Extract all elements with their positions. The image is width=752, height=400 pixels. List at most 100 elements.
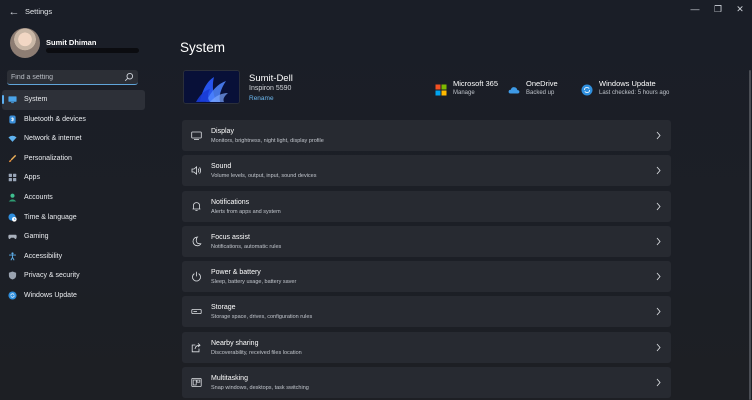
card-title: Display <box>211 128 234 135</box>
sound-card[interactable]: Sound Volume levels, output, input, soun… <box>182 155 671 187</box>
back-arrow-icon[interactable]: ← <box>7 5 21 19</box>
settings-list: Display Monitors, brightness, night ligh… <box>182 120 671 400</box>
rename-link[interactable]: Rename <box>249 95 274 102</box>
sidebar-item-label: System <box>24 96 48 103</box>
card-title: Notifications <box>211 198 250 206</box>
notifications-card[interactable]: Notifications Alerts from apps and syste… <box>182 190 671 222</box>
chevron-right-icon <box>656 343 661 352</box>
card-subtitle: Notifications, automatic rules <box>211 243 282 250</box>
card-subtitle: Discoverability, received files location <box>211 349 302 356</box>
apps-icon <box>8 174 17 182</box>
desktop-wallpaper-thumbnail <box>183 70 240 104</box>
chevron-right-icon <box>656 202 661 210</box>
sidebar-item-apps[interactable]: Apps <box>2 168 145 188</box>
card-title: Multitasking <box>211 375 248 383</box>
chevron-right-icon <box>656 237 661 246</box>
card-title: Storage <box>211 304 236 312</box>
gamepad-icon <box>8 234 17 240</box>
display-card[interactable]: Display Monitors, brightness, night ligh… <box>182 120 671 151</box>
bloom-wallpaper-icon <box>184 71 239 103</box>
share-icon <box>191 342 201 352</box>
service-title: OneDrive <box>526 79 558 88</box>
focus-assist-card[interactable]: Focus assist Notifications, automatic ru… <box>182 225 671 257</box>
wifi-icon <box>8 135 17 143</box>
chevron-right-icon <box>656 378 661 387</box>
close-button[interactable]: ✕ <box>731 3 749 15</box>
card-subtitle: Monitors, brightness, night light, displ… <box>211 138 324 144</box>
card-title: Sound <box>211 163 232 171</box>
service-title: Windows Update <box>599 79 656 88</box>
sidebar-item-label: Accounts <box>24 193 53 201</box>
page-title: System <box>180 40 226 55</box>
storage-card[interactable]: Storage Storage space, drives, configura… <box>182 296 671 328</box>
moon-icon <box>192 236 202 247</box>
multitasking-card[interactable]: Multitasking Snap windows, desktops, tas… <box>182 367 671 399</box>
sidebar: Sumit Dhiman System Bluetooth & devices <box>0 24 150 400</box>
sidebar-item-personalization[interactable]: Personalization <box>2 149 145 169</box>
main-scrollbar[interactable] <box>749 70 751 400</box>
search-input[interactable] <box>7 70 122 84</box>
sidebar-item-network-internet[interactable]: Network & internet <box>2 129 145 149</box>
power-battery-card[interactable]: Power & battery Sleep, battery usage, ba… <box>182 261 671 293</box>
chevron-right-icon <box>656 131 661 140</box>
chevron-right-icon <box>656 167 661 175</box>
bell-icon <box>192 201 201 211</box>
speaker-icon <box>191 166 201 176</box>
card-subtitle: Sleep, battery usage, battery saver <box>211 279 297 286</box>
sidebar-item-label: Apps <box>24 174 40 182</box>
sidebar-item-label: Accessibility <box>24 252 63 260</box>
sidebar-item-system[interactable]: System <box>2 90 145 110</box>
multitask-icon <box>191 378 202 388</box>
sidebar-item-label: Network & internet <box>24 135 82 143</box>
sidebar-item-label: Gaming <box>24 233 49 241</box>
sidebar-item-privacy-security[interactable]: Privacy & security <box>2 266 145 286</box>
maximize-button[interactable]: ❐ <box>709 3 727 15</box>
profile-name: Sumit Dhiman <box>46 38 97 47</box>
globe-clock-icon <box>8 213 17 222</box>
main-content: System Sumit-Dell Inspiron 5590 Rename M… <box>180 24 740 400</box>
microsoft-logo-icon <box>435 84 447 96</box>
sidebar-item-label: Personalization <box>24 154 72 162</box>
sidebar-item-bluetooth-devices[interactable]: Bluetooth & devices <box>2 110 145 130</box>
card-title: Nearby sharing <box>211 339 259 347</box>
storage-icon <box>191 309 202 315</box>
chevron-right-icon <box>656 308 661 316</box>
service-status: Manage <box>453 90 475 96</box>
search-box[interactable] <box>7 70 138 85</box>
profile-email-redacted <box>46 48 139 53</box>
power-icon <box>192 271 201 282</box>
card-subtitle: Alerts from apps and system <box>211 208 281 215</box>
sidebar-item-accessibility[interactable]: Accessibility <box>2 247 145 267</box>
sidebar-nav: System Bluetooth & devices Network & int… <box>0 90 150 306</box>
bluetooth-icon <box>9 115 16 124</box>
service-status: Last checked: 5 hours ago <box>599 90 670 96</box>
service-title: Microsoft 365 <box>453 79 499 88</box>
device-model: Inspiron 5590 <box>249 85 292 92</box>
sidebar-item-time-language[interactable]: Time & language <box>2 208 145 228</box>
cloud-icon <box>508 87 520 94</box>
sidebar-item-label: Time & language <box>24 213 77 221</box>
display-icon <box>191 131 202 141</box>
title-bar: ← Settings — ❐ ✕ <box>0 0 752 24</box>
nearby-sharing-card[interactable]: Nearby sharing Discoverability, received… <box>182 331 671 363</box>
sidebar-item-windows-update[interactable]: Windows Update <box>2 286 145 306</box>
avatar <box>10 28 40 58</box>
device-name: Sumit-Dell <box>249 73 293 84</box>
card-subtitle: Storage space, drives, configuration rul… <box>211 314 313 321</box>
sidebar-item-accounts[interactable]: Accounts <box>2 188 145 208</box>
service-status: Backed up <box>526 90 555 96</box>
card-title: Focus assist <box>211 233 250 241</box>
sidebar-item-label: Privacy & security <box>24 272 80 280</box>
shield-icon <box>8 271 17 280</box>
search-icon[interactable] <box>124 72 134 82</box>
user-profile[interactable]: Sumit Dhiman <box>10 28 150 58</box>
card-subtitle: Volume levels, output, input, sound devi… <box>211 173 317 180</box>
accessibility-icon <box>9 252 16 261</box>
chevron-right-icon <box>656 272 661 281</box>
card-title: Power & battery <box>211 269 261 277</box>
minimize-button[interactable]: — <box>686 3 704 15</box>
brush-icon <box>8 154 17 162</box>
sync-icon <box>581 84 593 96</box>
sidebar-item-label: Windows Update <box>24 291 77 299</box>
sidebar-item-gaming[interactable]: Gaming <box>2 227 145 247</box>
